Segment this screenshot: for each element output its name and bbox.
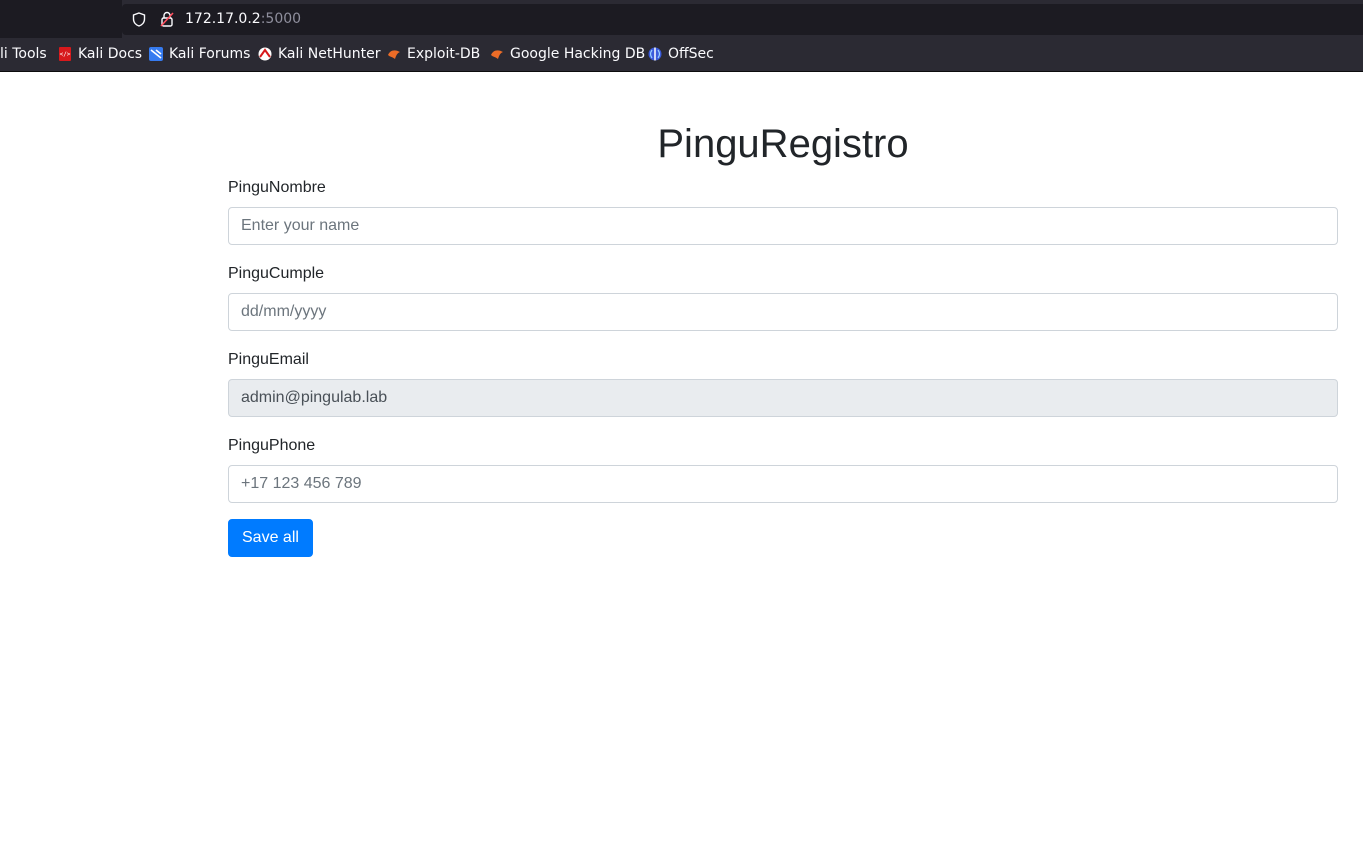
phone-input[interactable] (228, 465, 1338, 503)
url-port: :5000 (260, 11, 302, 27)
bookmark-label: OffSec (668, 46, 714, 62)
email-label: PinguEmail (228, 351, 309, 368)
save-all-button[interactable]: Save all (228, 519, 313, 557)
toolbar-left-area (0, 0, 122, 38)
birthday-input[interactable] (228, 293, 1338, 331)
bookmark-kali-nethunter[interactable]: Kali NetHunter (258, 46, 380, 62)
bookmark-label: Kali NetHunter (278, 46, 381, 62)
url-text[interactable]: 172.17.0.2:5000 (185, 11, 301, 27)
offsec-icon (648, 47, 662, 61)
birthday-label: PinguCumple (228, 265, 325, 282)
url-host: 172.17.0.2 (185, 11, 261, 27)
page-title: PinguRegistro (657, 122, 909, 166)
svg-text:</>: </> (60, 51, 71, 58)
bookmark-kali-docs[interactable]: </> Kali Docs (58, 46, 142, 62)
google-hacking-db-icon (491, 50, 503, 59)
bookmark-label: Exploit-DB (407, 46, 481, 62)
bookmark-kali-tools[interactable]: li Tools (0, 46, 47, 62)
bookmarks-toolbar: li Tools </> Kali Docs Kali Forums Kali … (0, 38, 1363, 71)
name-label: PinguNombre (228, 179, 326, 196)
email-field[interactable] (228, 379, 1338, 417)
bookmark-label: li Tools (0, 46, 47, 62)
name-input[interactable] (228, 207, 1338, 245)
phone-label: PinguPhone (228, 437, 316, 454)
bookmark-google-hacking-db[interactable]: Google Hacking DB (490, 46, 645, 62)
bookmark-label: Google Hacking DB (510, 46, 646, 62)
bookmark-offsec[interactable]: OffSec (648, 46, 714, 62)
bookmark-kali-forums[interactable]: Kali Forums (149, 46, 250, 62)
bookmark-exploit-db[interactable]: Exploit-DB (387, 46, 480, 62)
address-bar[interactable]: 172.17.0.2:5000 (122, 4, 1363, 35)
page-content: PinguRegistro PinguNombre PinguCumple Pi… (0, 72, 1363, 849)
exploit-db-icon (388, 50, 400, 59)
browser-toolbar: 172.17.0.2:5000 li Tools </> Kali Docs K… (0, 0, 1363, 72)
kali-nethunter-icon (258, 47, 272, 61)
bookmark-label: Kali Docs (78, 46, 143, 62)
tracking-protection-shield-icon[interactable] (132, 12, 146, 27)
bookmark-label: Kali Forums (169, 46, 251, 62)
kali-docs-icon: </> (59, 47, 71, 61)
kali-forums-icon (149, 47, 163, 61)
insecure-lock-icon[interactable] (160, 11, 174, 27)
